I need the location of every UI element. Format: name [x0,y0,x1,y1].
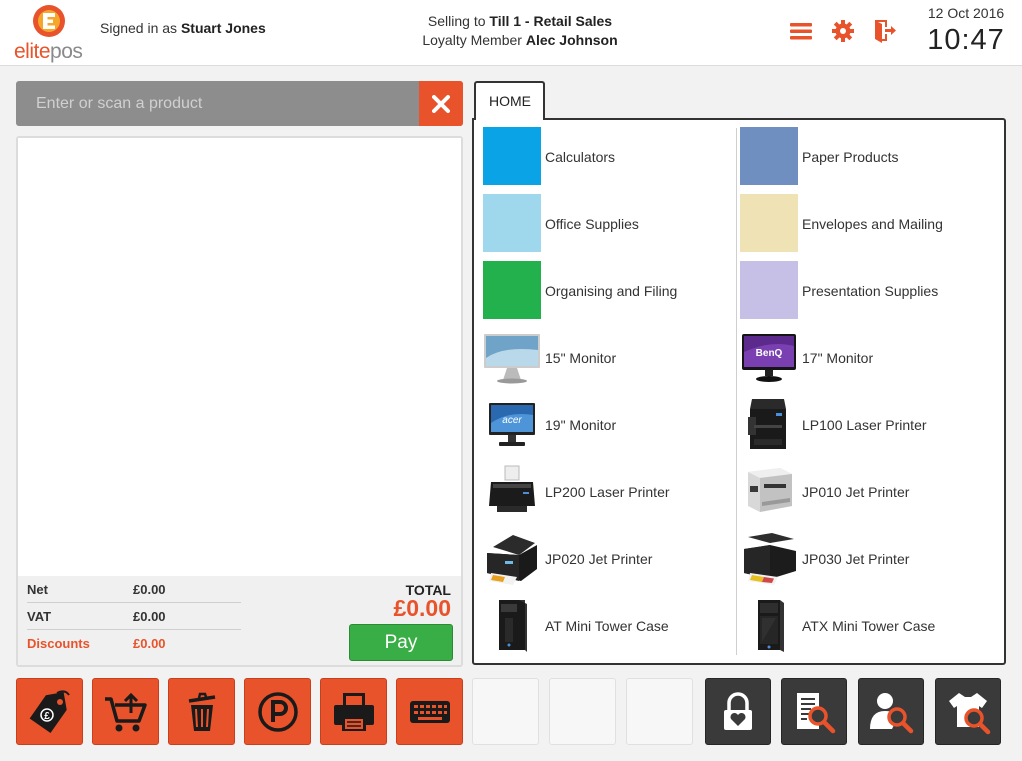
totals-area: Net £0.00 VAT £0.00 Discounts £0.00 TOTA… [18,576,461,665]
customer-search-button[interactable] [858,678,924,745]
vat-row: VAT £0.00 [27,603,241,630]
category-envelopes-mailing[interactable]: Envelopes and Mailing [740,194,990,254]
printer-icon [483,529,541,587]
product-15-monitor[interactable]: 15" Monitor [483,328,733,388]
net-row: Net £0.00 [27,576,241,603]
column-divider [736,128,737,655]
logout-icon[interactable] [872,18,898,44]
keyboard-icon [409,700,450,723]
category-color-tile [483,194,541,252]
product-lp100-laser-printer[interactable]: LP100 Laser Printer [740,395,990,455]
monitor-icon [483,328,541,386]
category-color-tile [740,127,798,185]
print-icon [333,692,374,731]
discount-button[interactable]: £ [16,678,83,745]
receipt-search-button[interactable] [781,678,847,745]
printer-icon [740,395,798,453]
monitor-icon: BenQ [740,328,798,386]
close-icon [432,94,450,113]
elitepos-logo: elitepos [14,4,90,63]
category-color-tile [740,261,798,319]
void-button[interactable] [168,678,235,745]
refund-button[interactable] [92,678,159,745]
empty-button-slot [626,678,693,745]
product-catalog: Calculators Office Supplies Organising a… [472,118,1006,665]
category-color-tile [483,127,541,185]
discounts-row: Discounts £0.00 [27,636,166,651]
svg-text:BenQ: BenQ [756,348,783,359]
customer-search-icon [870,692,914,733]
vat-value: £0.00 [133,609,166,624]
printer-icon [740,529,798,587]
svg-text:acer: acer [502,415,522,426]
tower-case-icon [740,596,798,654]
discount-tag-icon: £ [29,689,70,733]
basket-items-list[interactable] [18,138,461,576]
product-atx-mini-tower-case[interactable]: ATX Mini Tower Case [740,596,990,656]
till-name: Till 1 - Retail Sales [489,13,613,29]
product-search-input[interactable] [16,81,419,126]
lock-icon [724,691,752,730]
category-color-tile [483,261,541,319]
selling-info: Selling to Till 1 - Retail Sales Loyalty… [422,13,618,48]
tower-case-icon [483,596,541,654]
keyboard-button[interactable] [396,678,463,745]
basket-panel: Net £0.00 VAT £0.00 Discounts £0.00 TOTA… [16,136,463,667]
receipt-search-icon [797,692,836,733]
loyalty-member: Alec Johnson [525,32,618,48]
category-presentation-supplies[interactable]: Presentation Supplies [740,261,990,321]
current-date: 12 Oct 2016 [927,5,1005,21]
category-paper-products[interactable]: Paper Products [740,127,990,187]
printer-icon [483,462,541,520]
clear-search-button[interactable] [419,81,463,126]
printer-icon [740,462,798,520]
category-office-supplies[interactable]: Office Supplies [483,194,733,254]
signed-in-text: Signed in as Stuart Jones [100,20,266,36]
product-at-mini-tower-case[interactable]: AT Mini Tower Case [483,596,733,656]
product-17-monitor[interactable]: BenQ 17" Monitor [740,328,990,388]
print-button[interactable] [320,678,387,745]
discounts-value: £0.00 [133,636,166,651]
park-sale-button[interactable] [244,678,311,745]
empty-button-slot [472,678,539,745]
svg-text:£: £ [44,711,50,722]
refund-cart-icon [104,692,147,731]
monitor-icon: acer [483,395,541,453]
category-calculators[interactable]: Calculators [483,127,733,187]
empty-button-slot [549,678,616,745]
category-color-tile [740,194,798,252]
void-bin-icon [188,692,215,731]
user-name: Stuart Jones [180,20,266,36]
product-lp200-laser-printer[interactable]: LP200 Laser Printer [483,462,733,522]
product-jp010-jet-printer[interactable]: JP010 Jet Printer [740,462,990,522]
product-19-monitor[interactable]: acer 19" Monitor [483,395,733,455]
lock-button[interactable] [705,678,771,745]
current-time: 10:47 [927,24,1005,56]
menu-icon[interactable] [788,18,814,44]
net-value: £0.00 [133,582,166,597]
total-value: £0.00 [393,595,451,621]
gear-icon[interactable] [830,18,856,44]
product-jp030-jet-printer[interactable]: JP030 Jet Printer [740,529,990,589]
tab-home[interactable]: HOME [474,81,545,120]
category-organising-filing[interactable]: Organising and Filing [483,261,733,321]
product-scan-bar [16,81,463,126]
product-search-button[interactable] [935,678,1001,745]
header-bar: elitepos Signed in as Stuart Jones Selli… [0,0,1022,66]
pay-button[interactable]: Pay [349,624,453,661]
product-search-icon [949,692,991,734]
product-jp020-jet-printer[interactable]: JP020 Jet Printer [483,529,733,589]
park-icon [257,691,298,732]
